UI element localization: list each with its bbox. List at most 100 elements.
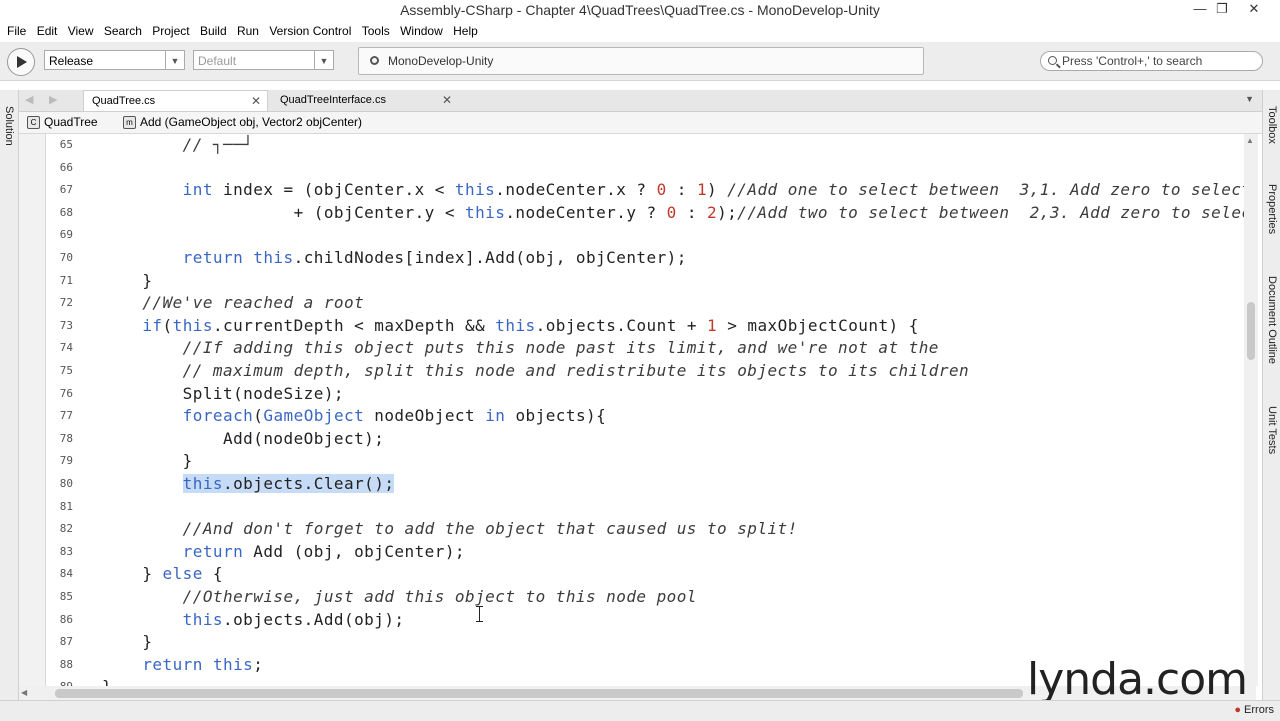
- menu-help[interactable]: Help: [446, 20, 478, 42]
- code-editor[interactable]: 65 // ┐──┘ 66 67 int index = (objCenter.x …: [19, 134, 1256, 686]
- code-line[interactable]: 80 this.objects.Clear();: [19, 473, 1256, 495]
- code-text[interactable]: return this.childNodes[index].Add(obj, o…: [102, 247, 687, 269]
- code-line[interactable]: 75 // maximum depth, split this node and…: [19, 360, 1256, 382]
- code-line[interactable]: 66: [19, 157, 1256, 179]
- run-target-select[interactable]: Default ▼: [193, 50, 334, 70]
- build-config-value: Release: [49, 54, 94, 68]
- line-number: 80: [59, 477, 73, 490]
- menu-search[interactable]: Search: [97, 20, 142, 42]
- close-icon[interactable]: ✕: [442, 90, 452, 111]
- vertical-scroll-thumb[interactable]: [1247, 302, 1255, 360]
- code-text[interactable]: if(this.currentDepth < maxDepth && this.…: [102, 315, 919, 337]
- text-cursor-icon: [476, 606, 483, 622]
- code-line[interactable]: 82 //And don't forget to add the object …: [19, 518, 1256, 540]
- code-line[interactable]: 79 }: [19, 450, 1256, 472]
- line-number: 86: [59, 612, 73, 626]
- tab-scroll-left-icon[interactable]: ◀: [25, 93, 33, 106]
- toolbox-pad-tab[interactable]: Toolbox: [1266, 106, 1278, 144]
- code-text[interactable]: return this;: [102, 654, 263, 676]
- title-bar: Assembly-CSharp - Chapter 4\QuadTrees\Qu…: [0, 0, 1280, 20]
- menu-tools[interactable]: Tools: [355, 20, 390, 42]
- tab-quadtree-cs[interactable]: QuadTree.cs ✕: [83, 90, 268, 111]
- code-line[interactable]: 83 return Add (obj, objCenter);: [19, 541, 1256, 563]
- code-line[interactable]: 77 foreach(GameObject nodeObject in obje…: [19, 405, 1256, 427]
- line-number: 67: [59, 183, 73, 197]
- lynda-logo: lynda.com: [1027, 654, 1248, 705]
- code-text[interactable]: //And don't forget to add the object tha…: [102, 518, 798, 540]
- document-outline-pad-tab[interactable]: Document Outline: [1266, 276, 1278, 364]
- horizontal-scroll-thumb[interactable]: [55, 689, 1023, 698]
- tab-label: QuadTree.cs: [92, 95, 156, 107]
- breadcrumb-class[interactable]: QuadTree: [44, 115, 98, 129]
- code-text[interactable]: //Otherwise, just add this object to thi…: [102, 586, 697, 608]
- menu-build[interactable]: Build: [193, 20, 227, 42]
- menu-file[interactable]: File: [0, 20, 26, 42]
- code-line[interactable]: 87 }: [19, 631, 1256, 653]
- line-number: 83: [59, 544, 73, 558]
- code-text[interactable]: int index = (objCenter.x < this.nodeCent…: [102, 179, 1252, 201]
- code-line[interactable]: 76 Split(nodeSize);: [19, 383, 1256, 405]
- menu-project[interactable]: Project: [145, 20, 189, 42]
- code-text[interactable]: this.objects.Add(obj);: [102, 609, 405, 631]
- line-number: 74: [59, 341, 73, 355]
- code-line[interactable]: 81: [19, 496, 1256, 518]
- code-text[interactable]: + (objCenter.y < this.nodeCenter.y ? 0 :…: [102, 202, 1256, 224]
- code-text[interactable]: }: [102, 450, 193, 472]
- code-line[interactable]: 86 this.objects.Add(obj);: [19, 609, 1256, 631]
- code-line[interactable]: 74 //If adding this object puts this nod…: [19, 337, 1256, 359]
- code-text[interactable]: // ┐──┘: [102, 134, 253, 156]
- chevron-down-icon: ▼: [314, 51, 333, 69]
- breadcrumb-method[interactable]: Add (GameObject obj, Vector2 objCenter): [140, 115, 362, 129]
- menu-view[interactable]: View: [61, 20, 94, 42]
- tab-list-chevron-icon[interactable]: ▼: [1245, 94, 1254, 104]
- menu-run[interactable]: Run: [230, 20, 259, 42]
- scroll-up-icon[interactable]: ▲: [1246, 136, 1254, 145]
- tab-quadtreeinterface-cs[interactable]: QuadTreeInterface.cs ✕: [272, 90, 458, 111]
- code-line[interactable]: 85 //Otherwise, just add this object to …: [19, 586, 1256, 608]
- code-line[interactable]: 70 return this.childNodes[index].Add(obj…: [19, 247, 1256, 269]
- errors-pad-button[interactable]: ● Errors: [1234, 704, 1274, 716]
- code-text[interactable]: Add(nodeObject);: [102, 428, 384, 450]
- run-button[interactable]: [7, 48, 35, 76]
- menu-edit[interactable]: Edit: [30, 20, 58, 42]
- code-text[interactable]: }: [102, 676, 112, 686]
- code-line[interactable]: 73 if(this.currentDepth < maxDepth && th…: [19, 315, 1256, 337]
- vertical-scrollbar[interactable]: ▲: [1244, 134, 1258, 686]
- bottom-status-bar: ● Errors: [0, 700, 1280, 721]
- line-number: 82: [59, 522, 73, 536]
- code-line[interactable]: 68 + (objCenter.y < this.nodeCenter.y ? …: [19, 202, 1256, 224]
- close-icon[interactable]: ✕: [251, 91, 261, 112]
- line-number: 77: [59, 409, 73, 423]
- code-line[interactable]: 72 //We've reached a root: [19, 292, 1256, 314]
- close-button[interactable]: ✕: [1240, 0, 1268, 18]
- restore-button[interactable]: ❐: [1208, 0, 1236, 18]
- code-line[interactable]: 84 } else {: [19, 563, 1256, 585]
- code-text[interactable]: return Add (obj, objCenter);: [102, 541, 465, 563]
- solution-pad-tab[interactable]: Solution: [3, 106, 15, 146]
- code-text[interactable]: }: [102, 270, 152, 292]
- search-input[interactable]: Press 'Control+,' to search: [1040, 51, 1263, 71]
- code-text[interactable]: } else {: [102, 563, 223, 585]
- line-number: 79: [59, 454, 73, 468]
- code-text[interactable]: Split(nodeSize);: [102, 383, 344, 405]
- menu-window[interactable]: Window: [393, 20, 443, 42]
- scroll-left-icon[interactable]: ◀: [21, 688, 27, 697]
- status-display: MonoDevelop-Unity: [358, 47, 924, 75]
- code-line[interactable]: 78 Add(nodeObject);: [19, 428, 1256, 450]
- code-line[interactable]: 69: [19, 224, 1256, 246]
- build-config-select[interactable]: Release ▼: [44, 50, 185, 70]
- properties-pad-tab[interactable]: Properties: [1266, 184, 1278, 234]
- code-text[interactable]: this.objects.Clear();: [102, 473, 395, 495]
- tab-scroll-right-icon[interactable]: ▶: [49, 93, 57, 106]
- code-text[interactable]: }: [102, 631, 152, 653]
- code-line[interactable]: 65 // ┐──┘: [19, 134, 1256, 156]
- run-target-value: Default: [198, 54, 237, 68]
- code-line[interactable]: 67 int index = (objCenter.x < this.nodeC…: [19, 179, 1256, 201]
- code-text[interactable]: //We've reached a root: [102, 292, 364, 314]
- code-text[interactable]: // maximum depth, split this node and re…: [102, 360, 969, 382]
- code-text[interactable]: //If adding this object puts this node p…: [102, 337, 939, 359]
- code-text[interactable]: foreach(GameObject nodeObject in objects…: [102, 405, 606, 427]
- menu-version-control[interactable]: Version Control: [262, 20, 351, 42]
- code-line[interactable]: 71 }: [19, 270, 1256, 292]
- unit-tests-pad-tab[interactable]: Unit Tests: [1266, 406, 1278, 454]
